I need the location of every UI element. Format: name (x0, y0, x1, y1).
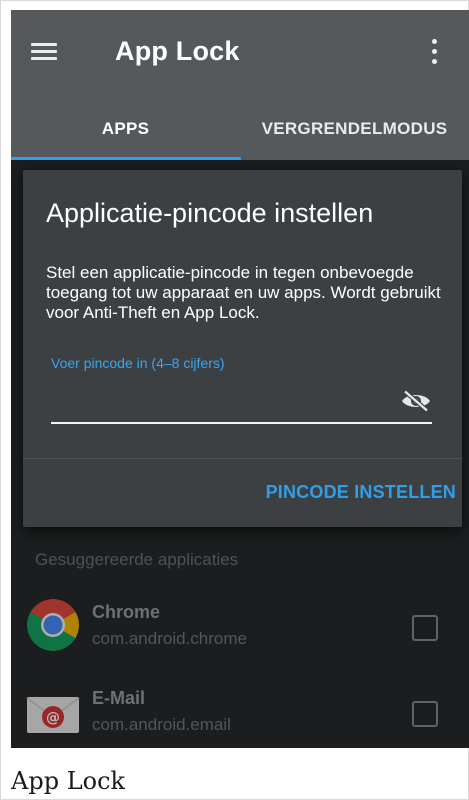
pin-input[interactable] (51, 380, 433, 424)
visibility-off-icon[interactable] (399, 389, 433, 413)
tab-lock-mode[interactable]: VERGRENDELMODUS (240, 98, 469, 160)
dialog-divider (23, 458, 462, 459)
dialog-title: Applicatie-pincode instellen (46, 198, 374, 228)
pin-input-underline (51, 422, 432, 424)
screenshot-frame: App Lock APPS VERGRENDELMODUS Gesuggeree… (0, 0, 469, 800)
set-pin-button[interactable]: PINCODE INSTELLEN (266, 482, 456, 503)
dialog-message: Stel een applicatie-pincode in tegen onb… (46, 263, 441, 322)
app-title: App Lock (115, 36, 240, 66)
device-screen: App Lock APPS VERGRENDELMODUS Gesuggeree… (11, 10, 469, 748)
overflow-menu-icon[interactable] (432, 39, 438, 67)
app-bar: App Lock (11, 10, 469, 98)
menu-icon[interactable] (31, 43, 57, 61)
tab-apps[interactable]: APPS (11, 98, 240, 160)
caption: App Lock (11, 767, 126, 795)
pin-hint: Voer pincode in (4–8 cijfers) (51, 355, 225, 371)
set-pin-dialog: Applicatie-pincode instellen Stel een ap… (23, 170, 462, 527)
tab-bar: APPS VERGRENDELMODUS (11, 98, 469, 160)
